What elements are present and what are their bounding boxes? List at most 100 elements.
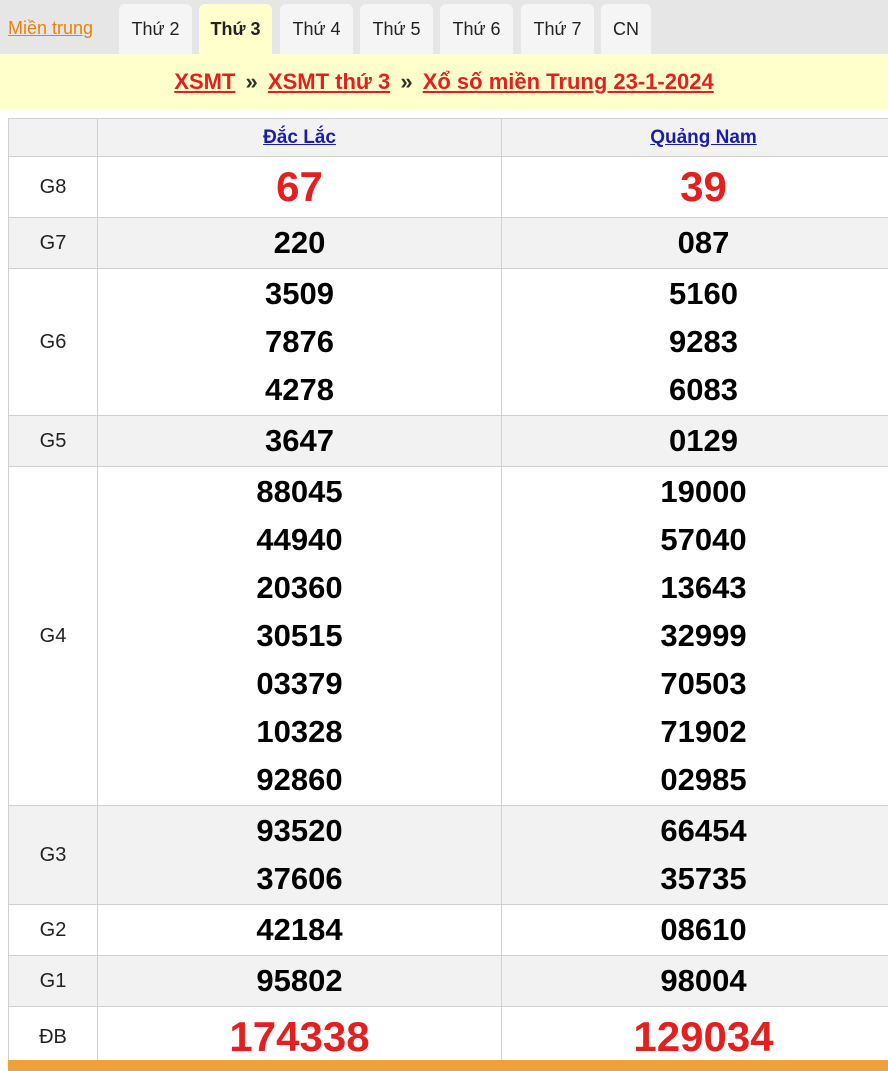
result-cell-dac-lac: 3647 <box>97 415 502 467</box>
number-list: 0129 <box>502 416 888 466</box>
table-row: ĐB 174338 129034 <box>8 1006 888 1068</box>
table-row: G2 42184 08610 <box>8 904 888 956</box>
lottery-number: 4278 <box>265 372 334 407</box>
table-row: G1 95802 98004 <box>8 955 888 1007</box>
breadcrumb-xsmt-thu3-link[interactable]: XSMT thứ 3 <box>268 69 390 94</box>
breadcrumb-xsmt-link[interactable]: XSMT <box>174 69 235 94</box>
lottery-number: 70503 <box>660 666 747 701</box>
lottery-number: 0129 <box>669 423 738 458</box>
tab-mien-trung[interactable]: Miền trung <box>8 0 93 56</box>
result-cell-dac-lac: 220 <box>97 217 502 269</box>
table-row: G7 220 087 <box>8 217 888 269</box>
lottery-number: 32999 <box>660 618 747 653</box>
province-link-quang-nam[interactable]: Quảng Nam <box>650 127 757 148</box>
lottery-number: 37606 <box>256 861 343 896</box>
lottery-number: 88045 <box>256 474 343 509</box>
result-cell-quang-nam: 08610 <box>501 904 888 956</box>
result-cell-quang-nam: 5160 9283 6083 <box>501 268 888 416</box>
lottery-number: 6083 <box>669 372 738 407</box>
table-header-row: Đắc Lắc Quảng Nam <box>8 118 888 157</box>
lottery-number: 220 <box>273 225 326 260</box>
tab-thu-6[interactable]: Thứ 6 <box>440 4 513 54</box>
lottery-number: 3647 <box>265 423 334 458</box>
result-cell-quang-nam: 98004 <box>501 955 888 1007</box>
lottery-number: 35735 <box>660 861 747 896</box>
result-cell-dac-lac: 88045 44940 20360 30515 03379 10328 92860 <box>97 466 502 806</box>
number-list: 95802 <box>98 956 501 1006</box>
result-cell-quang-nam: 19000 57040 13643 32999 70503 71902 02985 <box>501 466 888 806</box>
number-list: 42184 <box>98 905 501 955</box>
lottery-number: 5160 <box>669 276 738 311</box>
result-cell-dac-lac: 95802 <box>97 955 502 1007</box>
lottery-number: 57040 <box>660 522 747 557</box>
result-cell-quang-nam: 129034 <box>501 1006 888 1068</box>
prize-label: G7 <box>8 217 98 269</box>
prize-label: G3 <box>8 805 98 905</box>
lottery-number: 44940 <box>256 522 343 557</box>
tab-thu-4[interactable]: Thứ 4 <box>280 4 353 54</box>
breadcrumb-page-title-link[interactable]: Xổ số miền Trung 23-1-2024 <box>423 69 714 94</box>
result-cell-dac-lac: 174338 <box>97 1006 502 1068</box>
tab-thu-5[interactable]: Thứ 5 <box>360 4 433 54</box>
table-row: G5 3647 0129 <box>8 415 888 467</box>
tab-thu-7[interactable]: Thứ 7 <box>521 4 594 54</box>
number-list: 3647 <box>98 416 501 466</box>
lottery-number: 03379 <box>256 666 343 701</box>
lottery-number: 7876 <box>265 324 334 359</box>
results-table: Đắc Lắc Quảng Nam G8 67 39 G7 220 087 G6 3509 78… <box>8 118 888 1068</box>
province-link-dac-lac[interactable]: Đắc Lắc <box>263 127 336 148</box>
table-row: G6 3509 7876 4278 5160 9283 6083 <box>8 268 888 416</box>
result-cell-quang-nam: 0129 <box>501 415 888 467</box>
result-cell-dac-lac: 42184 <box>97 904 502 956</box>
lottery-number: 087 <box>677 225 730 260</box>
number-list: 5160 9283 6083 <box>502 269 888 415</box>
prize-label: G1 <box>8 955 98 1007</box>
result-cell-quang-nam: 087 <box>501 217 888 269</box>
lottery-number: 95802 <box>256 963 343 998</box>
header-province-2: Quảng Nam <box>501 118 888 157</box>
header-province-1: Đắc Lắc <box>97 118 502 157</box>
prize-label: G2 <box>8 904 98 956</box>
lottery-number: 39 <box>680 163 727 210</box>
number-list: 3509 7876 4278 <box>98 269 501 415</box>
lottery-number: 93520 <box>256 813 343 848</box>
table-row: G8 67 39 <box>8 156 888 218</box>
result-cell-dac-lac: 93520 37606 <box>97 805 502 905</box>
lottery-number: 66454 <box>660 813 747 848</box>
lottery-number: 92860 <box>256 762 343 797</box>
prize-label: G6 <box>8 268 98 416</box>
number-list: 88045 44940 20360 30515 03379 10328 92860 <box>98 467 501 805</box>
result-cell-quang-nam: 66454 35735 <box>501 805 888 905</box>
lottery-number: 174338 <box>229 1013 370 1060</box>
tab-thu-2[interactable]: Thứ 2 <box>119 4 192 54</box>
number-list: 66454 35735 <box>502 806 888 904</box>
prize-label: G4 <box>8 466 98 806</box>
table-row: G4 88045 44940 20360 30515 03379 10328 92860 190… <box>8 466 888 806</box>
prize-label: G8 <box>8 156 98 218</box>
lottery-number: 9283 <box>669 324 738 359</box>
prize-label: ĐB <box>8 1006 98 1068</box>
tab-thu-3[interactable]: Thứ 3 <box>199 4 272 54</box>
lottery-number: 98004 <box>660 963 747 998</box>
header-empty-cell <box>8 118 98 157</box>
number-list: 129034 <box>502 1007 888 1067</box>
lottery-number: 67 <box>276 163 323 210</box>
day-tabs: Miền trung Thứ 2 Thứ 3 Thứ 4 Thứ 5 Thứ 6… <box>0 0 888 54</box>
number-list: 67 <box>98 157 501 217</box>
lottery-number: 3509 <box>265 276 334 311</box>
tab-cn[interactable]: CN <box>601 4 651 54</box>
number-list: 19000 57040 13643 32999 70503 71902 02985 <box>502 467 888 805</box>
result-cell-dac-lac: 3509 7876 4278 <box>97 268 502 416</box>
result-cell-dac-lac: 67 <box>97 156 502 218</box>
lottery-number: 20360 <box>256 570 343 605</box>
bottom-orange-bar <box>8 1060 888 1071</box>
number-list: 93520 37606 <box>98 806 501 904</box>
number-list: 08610 <box>502 905 888 955</box>
lottery-number: 71902 <box>660 714 747 749</box>
lottery-number: 30515 <box>256 618 343 653</box>
lottery-number: 129034 <box>633 1013 774 1060</box>
number-list: 98004 <box>502 956 888 1006</box>
prize-label: G5 <box>8 415 98 467</box>
table-row: G3 93520 37606 66454 35735 <box>8 805 888 905</box>
lottery-number: 13643 <box>660 570 747 605</box>
